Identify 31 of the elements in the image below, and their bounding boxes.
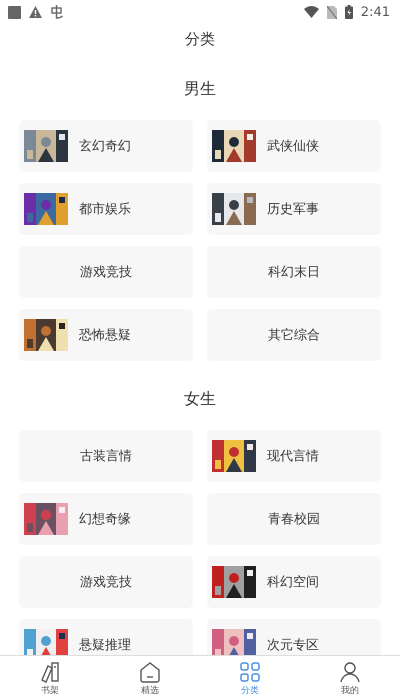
section-heading: 女生 (184, 388, 216, 410)
category-card[interactable]: 科幻空间 (207, 556, 381, 608)
category-card[interactable]: 恐怖悬疑 (19, 309, 193, 361)
category-card[interactable]: 古装言情 (19, 430, 193, 482)
clock-text: 2:41 (360, 4, 390, 20)
nav-tab[interactable]: 精选 (100, 656, 200, 700)
person-icon (338, 660, 362, 684)
page-title: 分类 (185, 29, 215, 49)
no-sim-icon (326, 6, 337, 18)
category-card[interactable]: 次元专区 (207, 619, 381, 655)
category-card[interactable]: 武侠仙侠 (207, 120, 381, 172)
nav-tab[interactable]: 书架 (0, 656, 100, 700)
category-card[interactable]: 其它综合 (207, 309, 381, 361)
category-card[interactable]: 都市娱乐 (19, 183, 193, 235)
house-icon (138, 660, 162, 684)
wifi-icon (304, 6, 319, 18)
nav-tab[interactable]: 我的 (300, 656, 400, 700)
category-card[interactable]: 玄幻奇幻 (19, 120, 193, 172)
category-card[interactable]: 青春校园 (207, 493, 381, 545)
grid-icon (238, 660, 262, 684)
category-card[interactable]: 现代言情 (207, 430, 381, 482)
category-card[interactable]: 历史军事 (207, 183, 381, 235)
category-card[interactable]: 幻想奇缘 (19, 493, 193, 545)
battery-icon (344, 5, 353, 19)
stop-icon (8, 6, 21, 18)
category-card[interactable]: 科幻末日 (207, 246, 381, 298)
category-card[interactable]: 游戏竞技 (19, 246, 193, 298)
category-card[interactable]: 游戏竞技 (19, 556, 193, 608)
warning-icon (29, 6, 42, 18)
section-heading: 男生 (184, 78, 216, 100)
category-card[interactable]: 悬疑推理 (19, 619, 193, 655)
